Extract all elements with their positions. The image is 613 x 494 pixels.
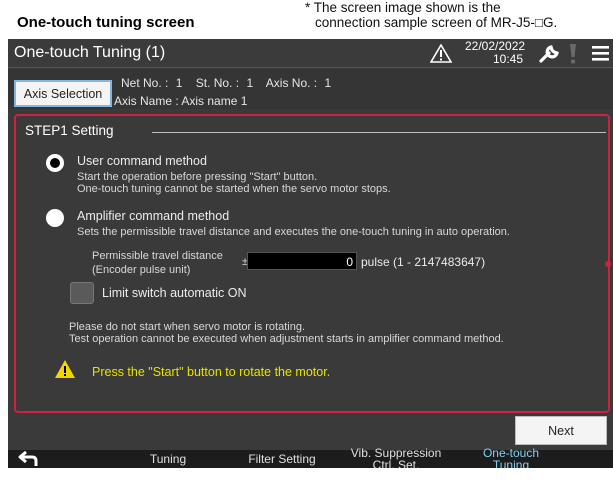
notice-line-1: Please do not start when servo motor is … <box>69 321 306 333</box>
axis-info-bar: Axis Selection Net No. : 1 St. No. : 1 A… <box>8 69 613 109</box>
amplifier-command-radio[interactable] <box>46 209 64 227</box>
user-command-desc-1: Start the operation before pressing "Sta… <box>77 171 318 183</box>
amplifier-command-desc: Sets the permissible travel distance and… <box>77 226 510 238</box>
tab-one-touch-line-2: Tuning <box>492 458 530 468</box>
tab-vib-suppression-line-2: Ctrl. Set. <box>372 458 420 468</box>
tab-vib-suppression[interactable]: Vib. Suppression Ctrl. Set. <box>341 447 451 468</box>
tab-one-touch-tuning[interactable]: One-touch Tuning <box>466 447 556 468</box>
tab-filter-setting-label: Filter Setting <box>248 452 316 466</box>
note-line-1: * The screen image shown is the <box>305 0 501 15</box>
start-warning-message: Press the "Start" button to rotate the m… <box>92 365 331 379</box>
next-button[interactable]: Next <box>515 416 607 445</box>
axis-no-value: 1 <box>324 76 332 90</box>
permissible-distance-label: Permissible travel distance (Encoder pul… <box>92 249 223 277</box>
notice-line-2: Test operation cannot be executed when a… <box>69 333 504 345</box>
axis-name-value: Axis name 1 <box>181 94 248 108</box>
amplifier-command-label: Amplifier command method <box>77 209 230 223</box>
st-no-value: 1 <box>246 76 254 90</box>
limit-switch-checkbox[interactable] <box>70 282 94 304</box>
menu-icon[interactable] <box>592 46 609 66</box>
note-line-2: connection sample screen of MR-J5-□G. <box>315 15 558 30</box>
tab-filter-setting[interactable]: Filter Setting <box>234 453 330 468</box>
panel-edge-marker <box>605 261 611 267</box>
hmi-device-screen: One-touch Tuning (1) 22/02/2022 10:45 Ax… <box>8 39 613 468</box>
screen-note: * The screen image shown is the connecti… <box>305 0 610 30</box>
axis-name: Axis Name : Axis name 1 <box>114 94 247 108</box>
warning-triangle-icon[interactable] <box>429 43 453 68</box>
time-readout: 10:45 <box>492 52 523 66</box>
date-readout: 22/02/2022 <box>465 39 526 53</box>
screen-caption: One-touch tuning screen <box>17 14 195 31</box>
axis-numbers: Net No. : 1 St. No. : 1 Axis No. : 1 <box>121 76 335 90</box>
axis-selection-button[interactable]: Axis Selection <box>14 80 112 107</box>
permissible-label-line-1: Permissible travel distance <box>92 250 223 262</box>
step-title-divider <box>152 132 606 133</box>
st-no-label: St. No. : <box>195 76 240 90</box>
user-command-desc-2: One-touch tuning cannot be started when … <box>77 183 391 195</box>
step-title: STEP1 Setting <box>25 123 114 138</box>
permissible-label-line-2: (Encoder pulse unit) <box>92 264 191 276</box>
operation-notice: Please do not start when servo motor is … <box>69 321 504 345</box>
tab-tuning[interactable]: Tuning <box>138 453 198 468</box>
bottom-tab-bar: Tuning Filter Setting Vib. Suppression C… <box>8 447 613 468</box>
back-arrow-icon[interactable] <box>17 450 39 468</box>
caution-triangle-icon <box>54 359 76 384</box>
net-no-label: Net No. : <box>121 76 169 90</box>
title-bar: One-touch Tuning (1) 22/02/2022 10:45 <box>8 39 613 68</box>
user-command-label: User command method <box>77 154 207 168</box>
limit-switch-label: Limit switch automatic ON <box>102 286 247 300</box>
step1-setting-panel: STEP1 Setting User command method Start … <box>14 114 610 413</box>
axis-name-label: Axis Name : <box>114 94 179 108</box>
axis-no-label: Axis No. : <box>265 76 318 90</box>
net-no-value: 1 <box>175 76 183 90</box>
alert-exclamation-icon[interactable] <box>568 43 578 70</box>
user-command-radio[interactable] <box>46 154 64 172</box>
tab-tuning-label: Tuning <box>149 452 187 466</box>
screen-title: One-touch Tuning (1) <box>14 44 166 61</box>
wrench-icon[interactable] <box>538 44 560 69</box>
permissible-distance-input[interactable]: 0 <box>247 252 357 270</box>
permissible-distance-unit: pulse (1 - 2147483647) <box>361 255 486 269</box>
